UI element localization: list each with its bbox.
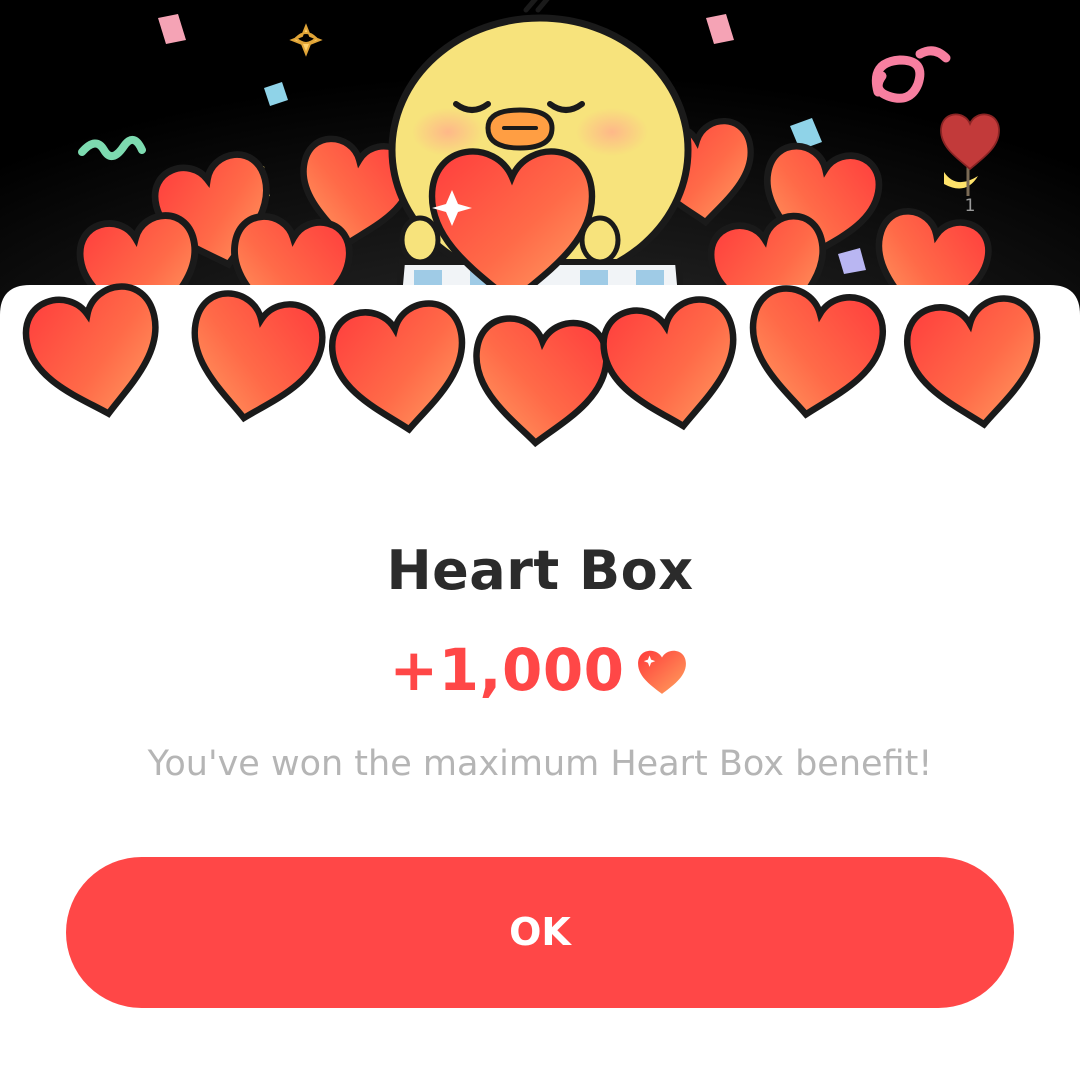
ok-button[interactable]: OK: [66, 857, 1014, 1008]
dialog-title: Heart Box: [386, 539, 694, 602]
reward-row: +1,000: [0, 632, 1080, 708]
heart-icon: [637, 650, 686, 694]
heart-box-dialog: 1 Heart Box +1,000 You've won the maximu…: [0, 0, 1080, 1080]
reward-amount: +1,000: [389, 636, 625, 704]
heart-count-badge: 1: [964, 196, 976, 216]
reward-message: You've won the maximum Heart Box benefit…: [147, 744, 933, 784]
celebration-illustration: [0, 0, 1080, 480]
